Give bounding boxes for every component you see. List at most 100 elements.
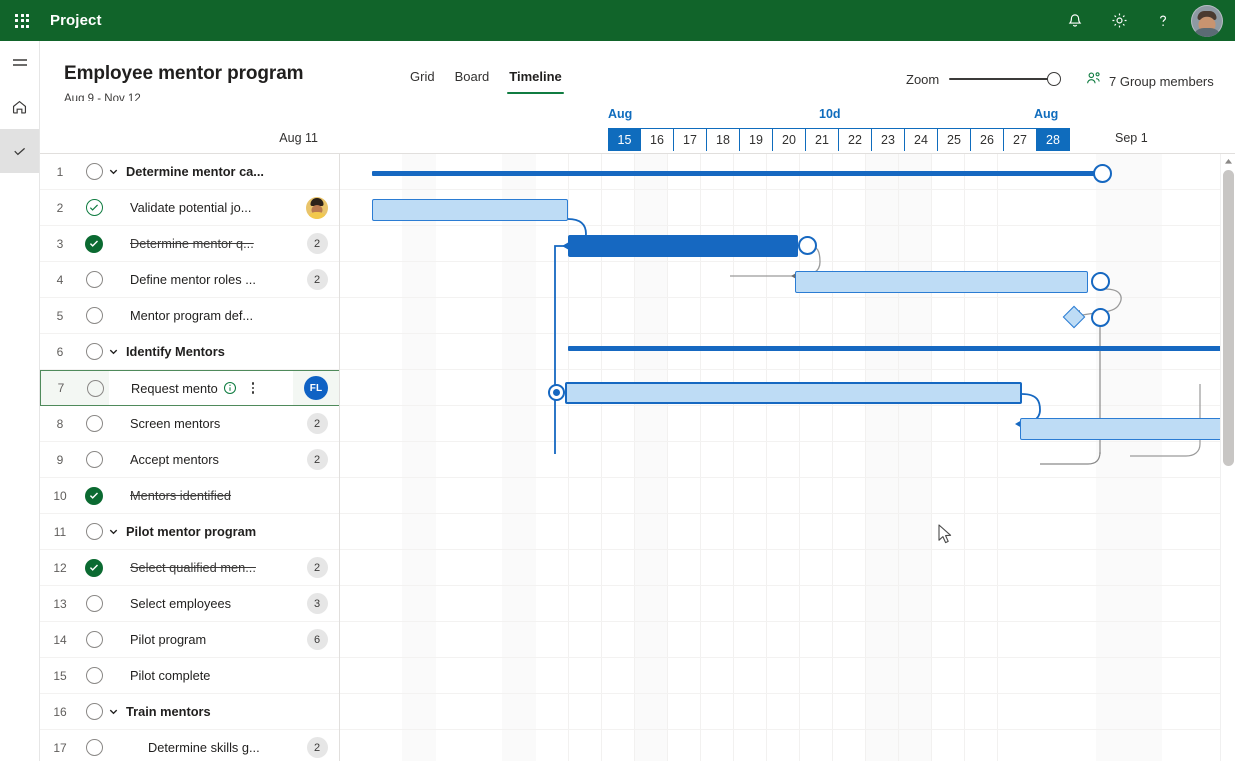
row-tail[interactable]: 2	[294, 233, 339, 254]
day-cell-28[interactable]: 28	[1037, 129, 1070, 151]
app-launcher-icon[interactable]	[0, 0, 44, 41]
day-cell-15[interactable]: 15	[608, 129, 641, 151]
task-complete-toggle[interactable]	[80, 343, 108, 360]
table-row[interactable]: 14 Pilot program 6	[40, 622, 339, 658]
table-row[interactable]: 8 Screen mentors 2	[40, 406, 339, 442]
day-cell-17[interactable]: 17	[674, 129, 707, 151]
day-cell-24[interactable]: 24	[905, 129, 938, 151]
day-cell-22[interactable]: 22	[839, 129, 872, 151]
chevron-down-icon[interactable]	[108, 166, 119, 177]
scroll-up-icon[interactable]	[1221, 154, 1235, 168]
milestone-endpoint-row1[interactable]	[1093, 164, 1112, 183]
table-row[interactable]: 3 Determine mentor q... 2	[40, 226, 339, 262]
tab-grid[interactable]: Grid	[400, 69, 445, 94]
summary-bar-row6[interactable]	[568, 346, 1235, 351]
table-row[interactable]: 9 Accept mentors 2	[40, 442, 339, 478]
zoom-slider[interactable]	[949, 70, 1062, 88]
day-cell-26[interactable]: 26	[971, 129, 1004, 151]
group-members-button[interactable]: 7 Group members	[1086, 71, 1214, 91]
user-avatar[interactable]	[1191, 4, 1223, 37]
milestone-endpoint-row5[interactable]	[1091, 308, 1110, 327]
day-cell-20[interactable]: 20	[773, 129, 806, 151]
row-tail[interactable]: 2	[294, 737, 339, 758]
task-complete-toggle[interactable]	[80, 415, 108, 432]
task-complete-toggle[interactable]	[80, 631, 108, 648]
task-bar-start-handle[interactable]	[548, 384, 565, 401]
more-options-icon[interactable]	[251, 381, 255, 395]
question-mark-icon[interactable]	[1141, 0, 1185, 41]
table-row[interactable]: 6 Identify Mentors	[40, 334, 339, 370]
vertical-scrollbar[interactable]	[1220, 154, 1235, 761]
table-row[interactable]: 12 Select qualified men... 2	[40, 550, 339, 586]
chevron-down-icon[interactable]	[108, 346, 119, 357]
zoom-slider-thumb[interactable]	[1047, 72, 1062, 86]
chevron-down-icon[interactable]	[108, 706, 119, 717]
day-cell-19[interactable]: 19	[740, 129, 773, 151]
summary-bar-row1[interactable]	[372, 171, 1102, 176]
subtask-count-badge: 2	[306, 233, 328, 254]
task-bar-row2[interactable]	[372, 199, 568, 221]
task-complete-toggle[interactable]	[80, 163, 108, 180]
home-icon[interactable]	[0, 85, 39, 129]
row-tail[interactable]: 2	[294, 413, 339, 434]
hamburger-menu-icon[interactable]	[0, 41, 39, 85]
table-row[interactable]: 4 Define mentor roles ... 2	[40, 262, 339, 298]
task-complete-toggle[interactable]	[80, 451, 108, 468]
task-endpoint-row4[interactable]	[1091, 272, 1110, 291]
task-complete-toggle[interactable]	[80, 703, 108, 720]
task-complete-toggle[interactable]	[80, 271, 108, 288]
gear-icon[interactable]	[1097, 0, 1141, 41]
app-name-link[interactable]: Project	[50, 12, 102, 29]
day-cell-23[interactable]: 23	[872, 129, 905, 151]
day-cell-18[interactable]: 18	[707, 129, 740, 151]
checkmark-icon[interactable]	[0, 129, 39, 173]
tab-timeline[interactable]: Timeline	[499, 69, 572, 94]
table-row[interactable]: 2 Validate potential jo...	[40, 190, 339, 226]
table-row[interactable]: 15 Pilot complete	[40, 658, 339, 694]
day-cell-27[interactable]: 27	[1004, 129, 1037, 151]
row-tail[interactable]: 2	[294, 449, 339, 470]
task-list-pane[interactable]: 1 Determine mentor ca... 2 Validate pote…	[40, 154, 340, 761]
day-cell-25[interactable]: 25	[938, 129, 971, 151]
task-bar-row7-selected[interactable]	[565, 382, 1022, 404]
info-circle-icon[interactable]	[223, 381, 237, 395]
task-complete-toggle[interactable]	[80, 486, 108, 505]
row-tail[interactable]: FL	[293, 376, 339, 400]
table-row[interactable]: 17 Determine skills g... 2	[40, 730, 339, 761]
task-complete-toggle[interactable]	[80, 595, 108, 612]
table-row-selected[interactable]: 7 Request mento FL	[40, 370, 339, 406]
task-name-editor[interactable]: Request mento	[109, 371, 293, 405]
row-tail[interactable]: 2	[294, 557, 339, 578]
task-bar-row8[interactable]	[1020, 418, 1235, 440]
task-bar-row4[interactable]	[795, 271, 1088, 293]
task-endpoint-row3[interactable]	[798, 236, 817, 255]
task-complete-toggle[interactable]	[80, 234, 108, 253]
table-row[interactable]: 5 Mentor program def...	[40, 298, 339, 334]
table-row[interactable]: 1 Determine mentor ca...	[40, 154, 339, 190]
task-complete-toggle[interactable]	[80, 199, 108, 216]
day-cell-21[interactable]: 21	[806, 129, 839, 151]
table-row[interactable]: 13 Select employees 3	[40, 586, 339, 622]
chevron-down-icon[interactable]	[108, 526, 119, 537]
bell-icon[interactable]	[1053, 0, 1097, 41]
task-complete-toggle[interactable]	[80, 739, 108, 756]
table-row[interactable]: 16 Train mentors	[40, 694, 339, 730]
row-tail[interactable]	[294, 196, 339, 219]
table-row[interactable]: 11 Pilot mentor program	[40, 514, 339, 550]
task-complete-toggle[interactable]	[80, 523, 108, 540]
tab-board[interactable]: Board	[445, 69, 500, 94]
task-complete-toggle[interactable]	[80, 307, 108, 324]
row-tail[interactable]: 2	[294, 269, 339, 290]
gantt-chart[interactable]	[340, 154, 1235, 761]
task-bar-row3[interactable]	[568, 235, 798, 257]
table-row[interactable]: 10 Mentors identified	[40, 478, 339, 514]
row-tail[interactable]: 3	[294, 593, 339, 614]
task-complete-toggle[interactable]	[81, 379, 109, 397]
assignee-avatar[interactable]: FL	[304, 376, 328, 400]
assignee-avatar[interactable]	[306, 196, 328, 219]
row-tail[interactable]: 6	[294, 629, 339, 650]
day-cell-16[interactable]: 16	[641, 129, 674, 151]
scrollbar-thumb[interactable]	[1223, 170, 1234, 466]
task-complete-toggle[interactable]	[80, 667, 108, 684]
task-complete-toggle[interactable]	[80, 558, 108, 577]
